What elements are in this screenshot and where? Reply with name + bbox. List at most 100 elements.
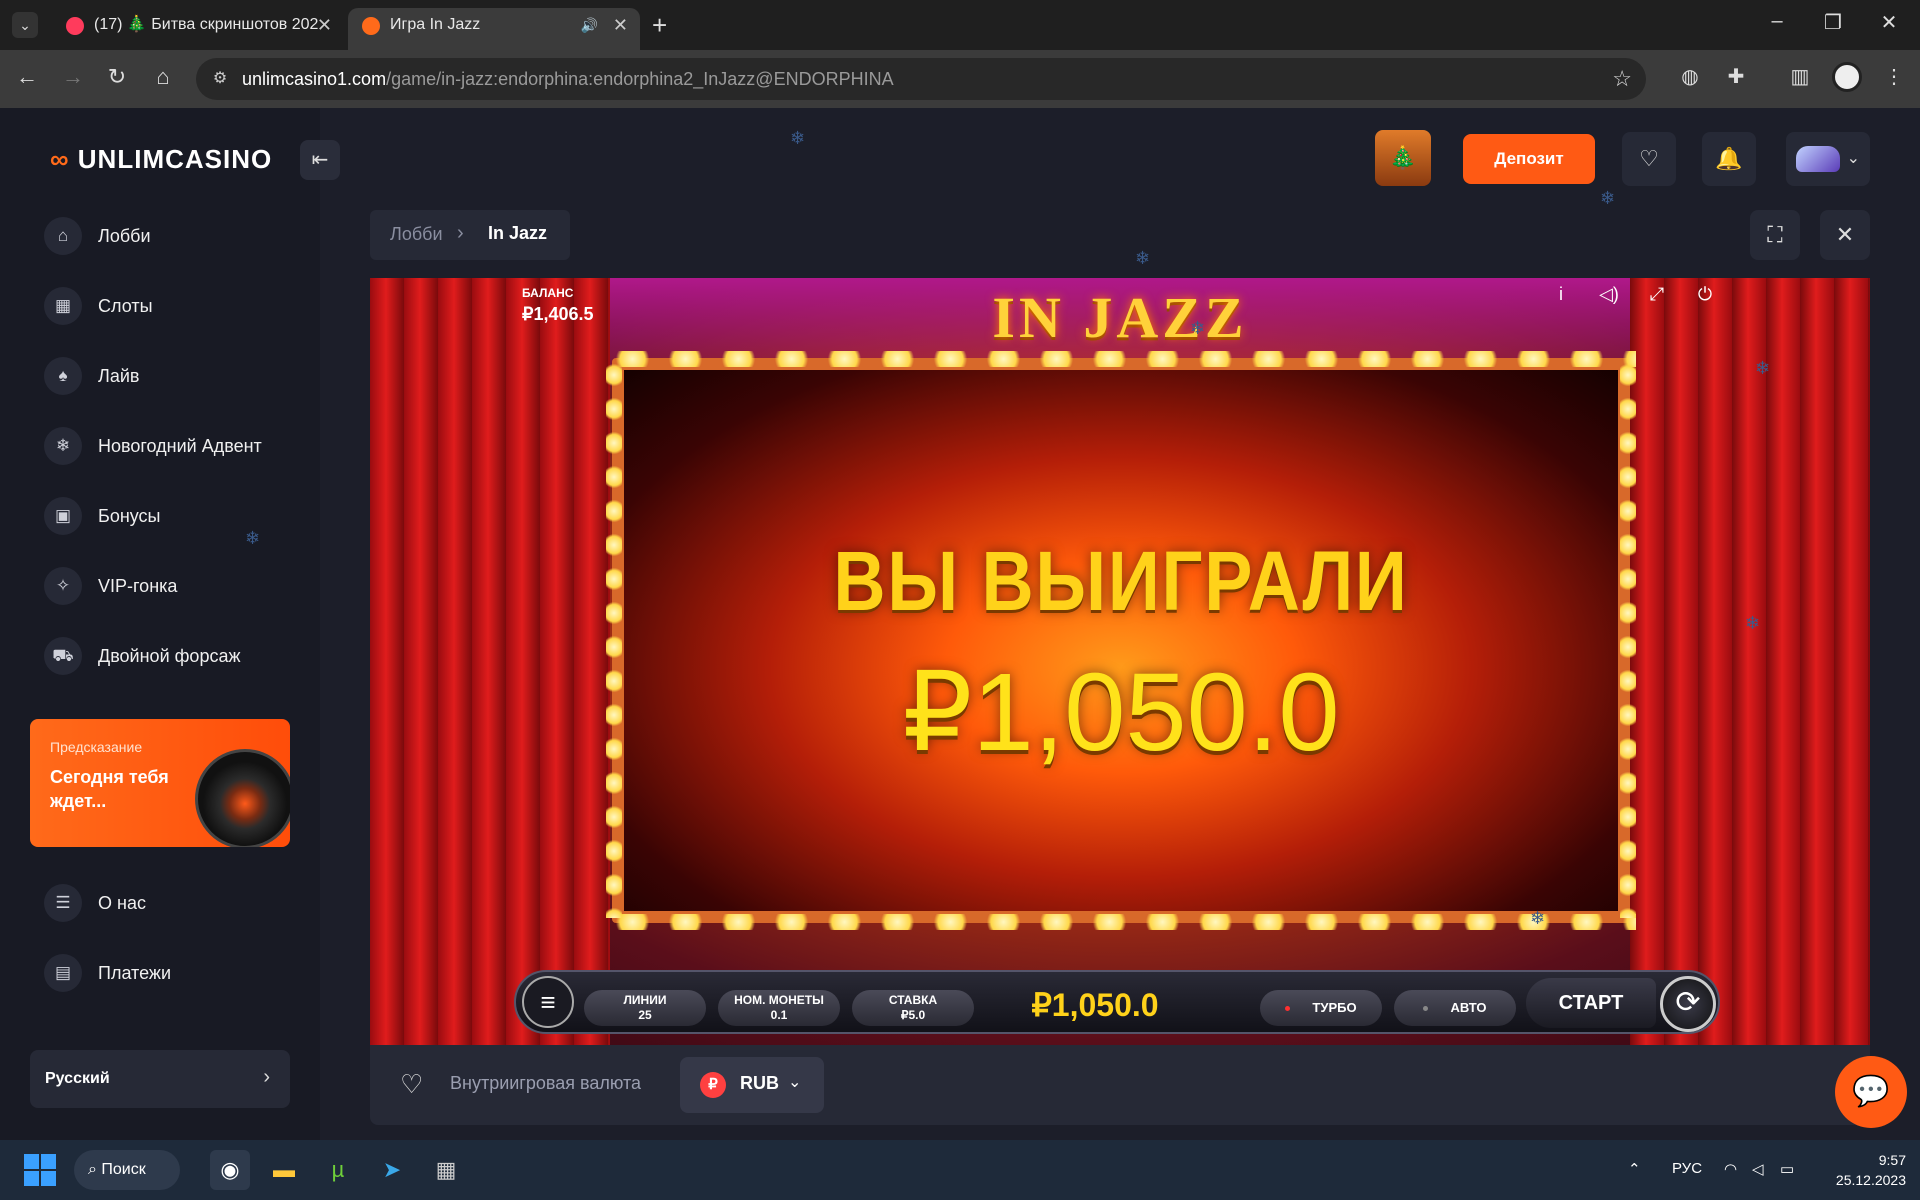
clock-date: 25.12.2023 (1835, 1172, 1906, 1188)
keyboard-language[interactable]: РУС (1672, 1160, 1702, 1177)
sidebar-item-double-boost[interactable]: ⛟ Двойной форсаж (44, 634, 304, 678)
chrome-icon[interactable]: ◉ (210, 1150, 250, 1190)
file-explorer-icon[interactable]: ▬ (264, 1150, 304, 1190)
profile-avatar[interactable] (1832, 62, 1862, 92)
sidebar-item-bonuses[interactable]: ▣ Бонусы (44, 494, 304, 538)
spin-refresh-icon[interactable]: ⟳ (1660, 976, 1716, 1032)
forward-icon[interactable]: → (58, 64, 88, 90)
fullscreen-icon[interactable]: ⛶ (1750, 210, 1800, 260)
sidebar-item-label: Новогодний Адвент (98, 435, 262, 456)
sound-icon[interactable]: ◁) (1594, 284, 1624, 305)
support-chat-icon[interactable]: 💬 (1835, 1056, 1907, 1128)
lines-selector[interactable]: ЛИНИИ 25 (584, 990, 706, 1026)
utorrent-icon[interactable]: µ (318, 1150, 358, 1190)
bonus-icon: ▣ (44, 497, 82, 535)
snowflake-icon: ❄ (245, 528, 261, 548)
sidebar-item-vip[interactable]: ✧ VIP-гонка (44, 564, 304, 608)
live-icon: ♠ (44, 357, 82, 395)
advent-calendar-icon[interactable]: 🎄 (1375, 130, 1431, 186)
add-favorite-heart-icon[interactable]: ♡ (400, 1069, 423, 1100)
side-panel-icon[interactable]: ▥ (1786, 64, 1814, 89)
currency-selector[interactable]: ₽ RUB ⌄ (680, 1057, 824, 1113)
coin-value-selector[interactable]: НОМ. МОНЕТЫ 0.1 (718, 990, 840, 1026)
vpn-extension-icon[interactable]: ◍ (1676, 64, 1704, 89)
breadcrumb-current: In Jazz (488, 223, 548, 243)
site-logo[interactable]: ∞ UNLIMCASINO (50, 144, 272, 175)
address-bar[interactable]: ⚙ unlimcasino1.com/game/in-jazz:endorphi… (196, 58, 1646, 100)
chevron-down-icon: ⌄ (1846, 150, 1860, 167)
snowflake-icon: ❄ (1135, 248, 1151, 268)
home-icon: ⌂ (44, 217, 82, 255)
balance-value: ₽1,406.5 (522, 304, 594, 324)
browser-tab[interactable]: (17) 🎄 Битва скриншотов 202 ✕ (52, 8, 344, 50)
language-selector[interactable]: Русский › (30, 1050, 290, 1108)
battery-icon[interactable]: ▭ (1780, 1160, 1794, 1178)
sidebar-item-advent[interactable]: ❄ Новогодний Адвент (44, 424, 304, 468)
prediction-promo-card[interactable]: Предсказание Сегодня тебя ждет... (30, 719, 290, 847)
snowflake-icon: ❄ (1755, 358, 1771, 378)
close-tab-icon[interactable]: ✕ (613, 8, 628, 42)
ruble-icon: ₽ (700, 1072, 726, 1098)
user-menu-button[interactable]: ⌄ (1786, 132, 1870, 186)
site-info-icon[interactable]: ⚙ (208, 67, 232, 91)
extensions-icon[interactable]: ✚ (1722, 64, 1750, 89)
game-frame[interactable]: IN JAZZ БАЛАНС ₽1,406.5 i ◁) ⤢ ⏻ ВЫ ВЫИГ… (370, 278, 1870, 1045)
browser-tab-bar: ⌄ (17) 🎄 Битва скриншотов 202 ✕ Игра In … (0, 0, 1920, 50)
lines-label: ЛИНИИ (623, 993, 667, 1007)
info-icon[interactable]: i (1546, 284, 1576, 305)
power-icon[interactable]: ⏻ (1690, 284, 1720, 305)
sidebar-item-live[interactable]: ♠ Лайв (44, 354, 304, 398)
bookmark-star-icon[interactable]: ☆ (1612, 66, 1632, 92)
home-icon[interactable]: ⌂ (148, 64, 178, 90)
calculator-icon[interactable]: ▦ (426, 1150, 466, 1190)
left-curtain (370, 278, 610, 1045)
new-tab-button[interactable]: + (652, 10, 667, 41)
right-curtain (1630, 278, 1870, 1045)
auto-toggle[interactable]: АВТО (1394, 990, 1516, 1026)
chevron-right-icon: › (457, 222, 464, 244)
collapse-sidebar-button[interactable]: ⇤ (300, 140, 340, 180)
currency-label: Внутриигровая валюта (450, 1073, 642, 1093)
tab-favicon-icon (66, 17, 84, 35)
favorites-heart-icon[interactable]: ♡ (1622, 132, 1676, 186)
url-host: unlimcasino1.com (242, 69, 387, 89)
telegram-icon[interactable]: ➤ (372, 1150, 412, 1190)
speaker-icon[interactable]: 🔊 (581, 8, 598, 42)
url-text[interactable]: unlimcasino1.com/game/in-jazz:endorphina… (242, 69, 894, 90)
game-menu-button[interactable]: ≡ (522, 976, 574, 1028)
system-clock[interactable]: 9:57 25.12.2023 (1820, 1150, 1906, 1190)
restore-icon[interactable]: ❐ (1818, 10, 1848, 35)
logo-text: UNLIMCASINO (77, 144, 273, 174)
bet-selector[interactable]: СТАВКА ₽5.0 (852, 990, 974, 1026)
wifi-icon[interactable]: ◠ (1724, 1160, 1737, 1178)
taskbar-search[interactable]: ⌕ Поиск (74, 1150, 180, 1190)
sidebar-item-about[interactable]: ☰ О нас (44, 881, 304, 925)
user-avatar (1796, 146, 1840, 172)
start-button[interactable]: СТАРТ (1526, 978, 1656, 1028)
marquee-lights-right (1620, 358, 1636, 918)
tab-search-button[interactable]: ⌄ (12, 12, 38, 38)
notifications-bell-icon[interactable]: 🔔 (1702, 132, 1756, 186)
windows-start-icon[interactable] (24, 1154, 56, 1186)
game-fullscreen-icon[interactable]: ⤢ (1642, 284, 1672, 305)
browser-tab-active[interactable]: Игра In Jazz 🔊 ✕ (348, 8, 640, 50)
close-tab-icon[interactable]: ✕ (317, 8, 332, 42)
sidebar-item-slots[interactable]: ▦ Слоты (44, 284, 304, 328)
volume-icon[interactable]: ◁ (1752, 1160, 1764, 1178)
sidebar-item-payments[interactable]: ▤ Платежи (44, 951, 304, 995)
back-icon[interactable]: ← (12, 64, 42, 90)
snowflake-icon: ❄ (1190, 318, 1206, 338)
minimize-icon[interactable]: – (1762, 10, 1792, 33)
tray-chevron-up-icon[interactable]: ⌃ (1628, 1160, 1641, 1178)
deposit-button[interactable]: Депозит (1463, 134, 1595, 184)
more-menu-icon[interactable]: ⋮ (1880, 64, 1908, 89)
close-window-icon[interactable]: ✕ (1874, 10, 1904, 35)
logo-mark: ∞ (50, 144, 70, 174)
game-footer: ♡ Внутриигровая валюта ₽ RUB ⌄ (370, 1045, 1870, 1125)
close-game-icon[interactable]: ✕ (1820, 210, 1870, 260)
breadcrumb-lobby-link[interactable]: Лобби (390, 224, 443, 245)
snowflake-icon: ❄ (1530, 908, 1546, 928)
reload-icon[interactable]: ↻ (102, 64, 132, 90)
sidebar-item-lobby[interactable]: ⌂ Лобби (44, 214, 304, 258)
turbo-toggle[interactable]: ТУРБО (1260, 990, 1382, 1026)
